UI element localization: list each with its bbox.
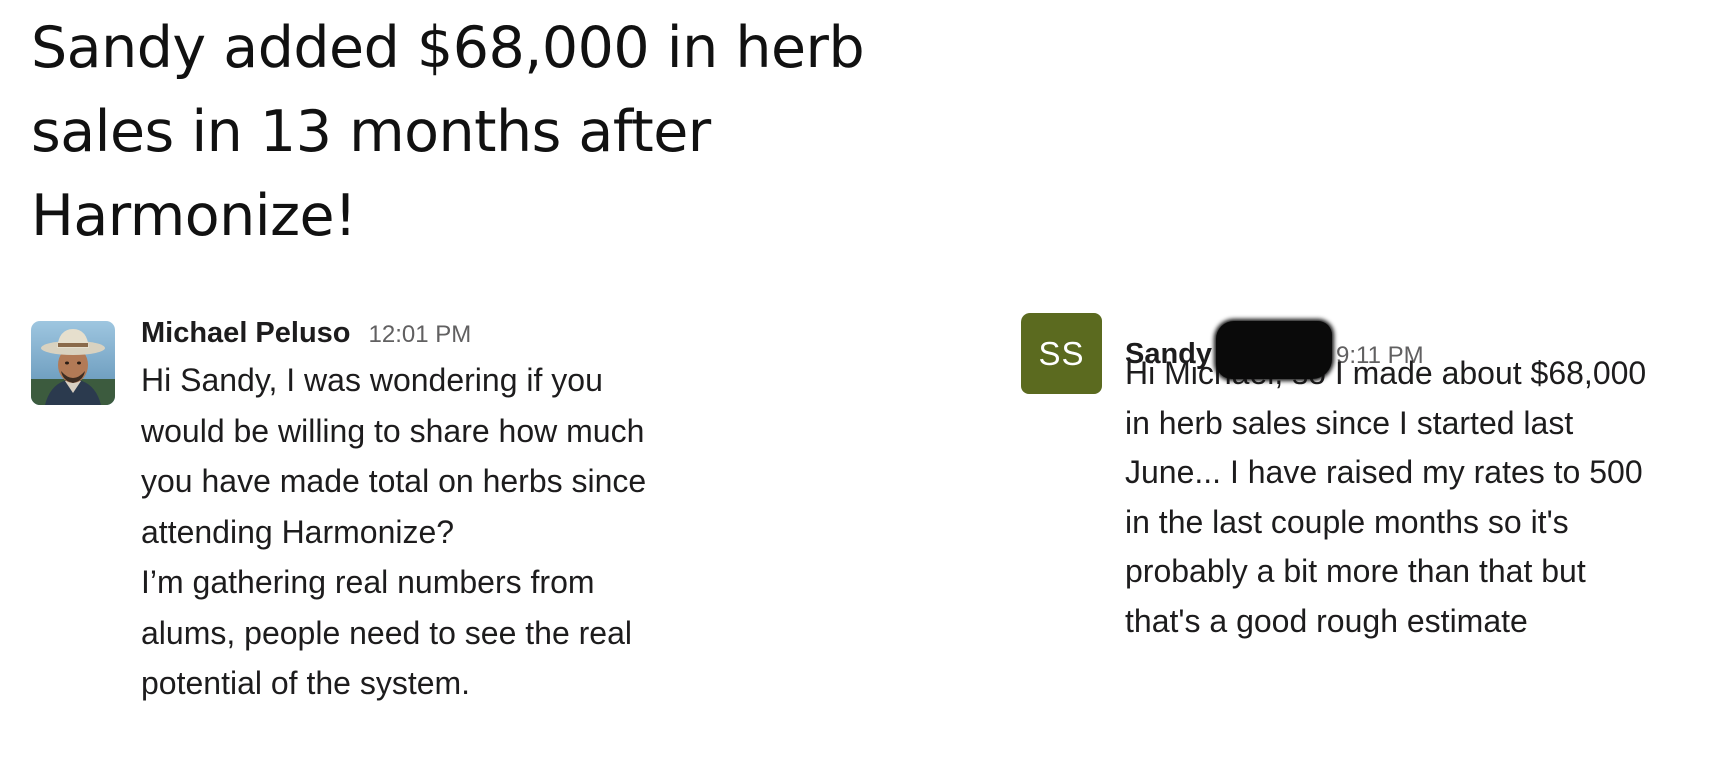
- avatar-initials: SS: [1021, 313, 1102, 394]
- message-header: Michael Peluso 12:01 PM: [141, 311, 646, 355]
- avatar-sandy[interactable]: SS: [1021, 313, 1105, 397]
- redaction-mark: [1216, 321, 1333, 379]
- message-body: Michael Peluso 12:01 PM Hi Sandy, I was …: [141, 311, 646, 709]
- message-header: Sandy 9:11 PM: [1125, 305, 1646, 379]
- message-text: Hi Sandy, I was wondering if you would b…: [141, 362, 647, 701]
- timestamp[interactable]: 12:01 PM: [369, 313, 472, 357]
- sender-name[interactable]: Michael Peluso: [141, 311, 351, 355]
- headline: Sandy added $68,000 in herb sales in 13 …: [31, 15, 865, 249]
- cowboy-avatar-icon: [31, 321, 115, 405]
- message-text: Hi Michael, so I made about $68,000 in h…: [1125, 355, 1647, 639]
- message-body: Sandy 9:11 PM Hi Michael, so I made abou…: [1125, 305, 1646, 646]
- avatar-michael[interactable]: [31, 321, 115, 405]
